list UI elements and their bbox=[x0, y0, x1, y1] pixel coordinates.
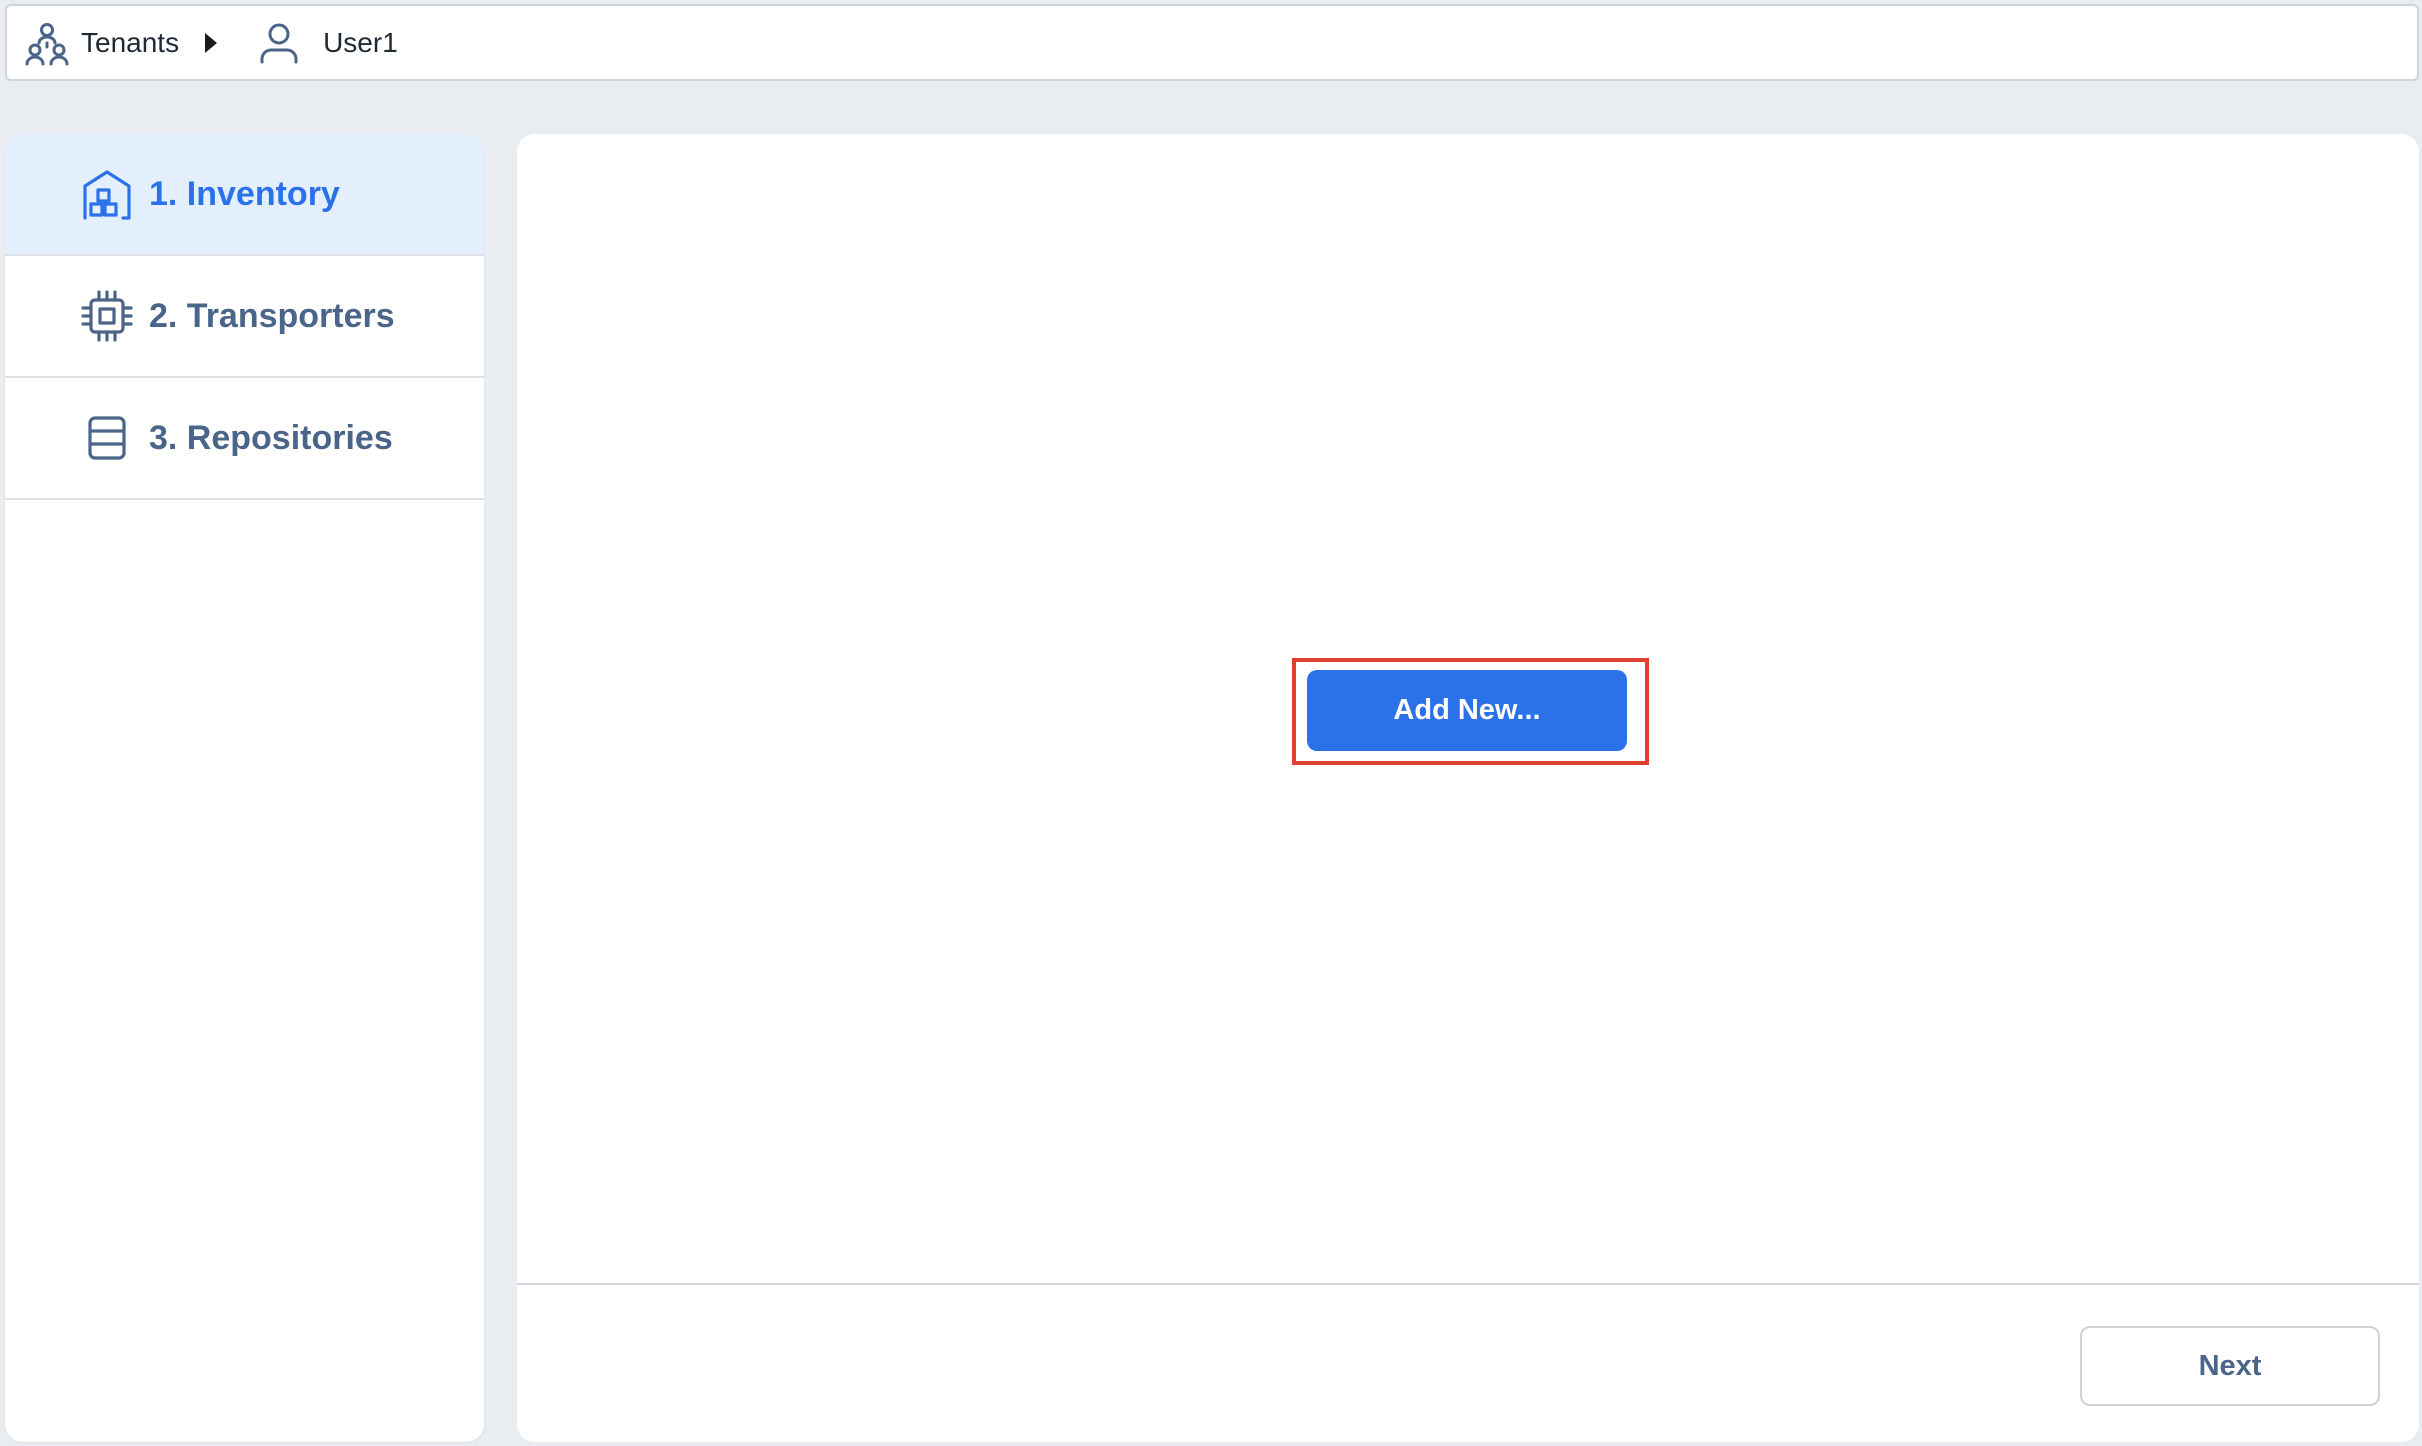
sidebar-item-repositories[interactable]: 3. Repositories bbox=[5, 378, 484, 500]
sidebar-item-label: 1. Inventory bbox=[149, 174, 340, 213]
chip-icon bbox=[77, 286, 137, 346]
inventory-icon bbox=[77, 164, 137, 224]
breadcrumb-tenants[interactable]: Tenants bbox=[21, 6, 179, 79]
sidebar-item-inventory[interactable]: 1. Inventory bbox=[5, 134, 484, 256]
breadcrumb-user[interactable]: User1 bbox=[253, 6, 398, 79]
next-button[interactable]: Next bbox=[2080, 1326, 2380, 1406]
breadcrumb-bar: Tenants User1 bbox=[5, 4, 2419, 81]
sidebar-item-label: 2. Transporters bbox=[149, 296, 395, 335]
footer-divider bbox=[517, 1283, 2419, 1285]
breadcrumb-user-label: User1 bbox=[323, 26, 398, 58]
main-panel: Add New... Next bbox=[517, 134, 2419, 1442]
database-icon bbox=[77, 408, 137, 468]
sidebar-item-label: 3. Repositories bbox=[149, 418, 393, 457]
breadcrumb-tenants-label: Tenants bbox=[81, 26, 180, 58]
user-icon bbox=[253, 17, 305, 69]
caret-right-icon bbox=[205, 32, 218, 53]
inventory-content-area: Add New... bbox=[517, 134, 2419, 1283]
add-new-button[interactable]: Add New... bbox=[1307, 670, 1627, 751]
tenants-icon bbox=[21, 17, 73, 69]
wizard-steps-sidebar: 1. Inventory 2. Transporters 3. Reposito… bbox=[5, 134, 484, 1442]
sidebar-item-transporters[interactable]: 2. Transporters bbox=[5, 256, 484, 378]
